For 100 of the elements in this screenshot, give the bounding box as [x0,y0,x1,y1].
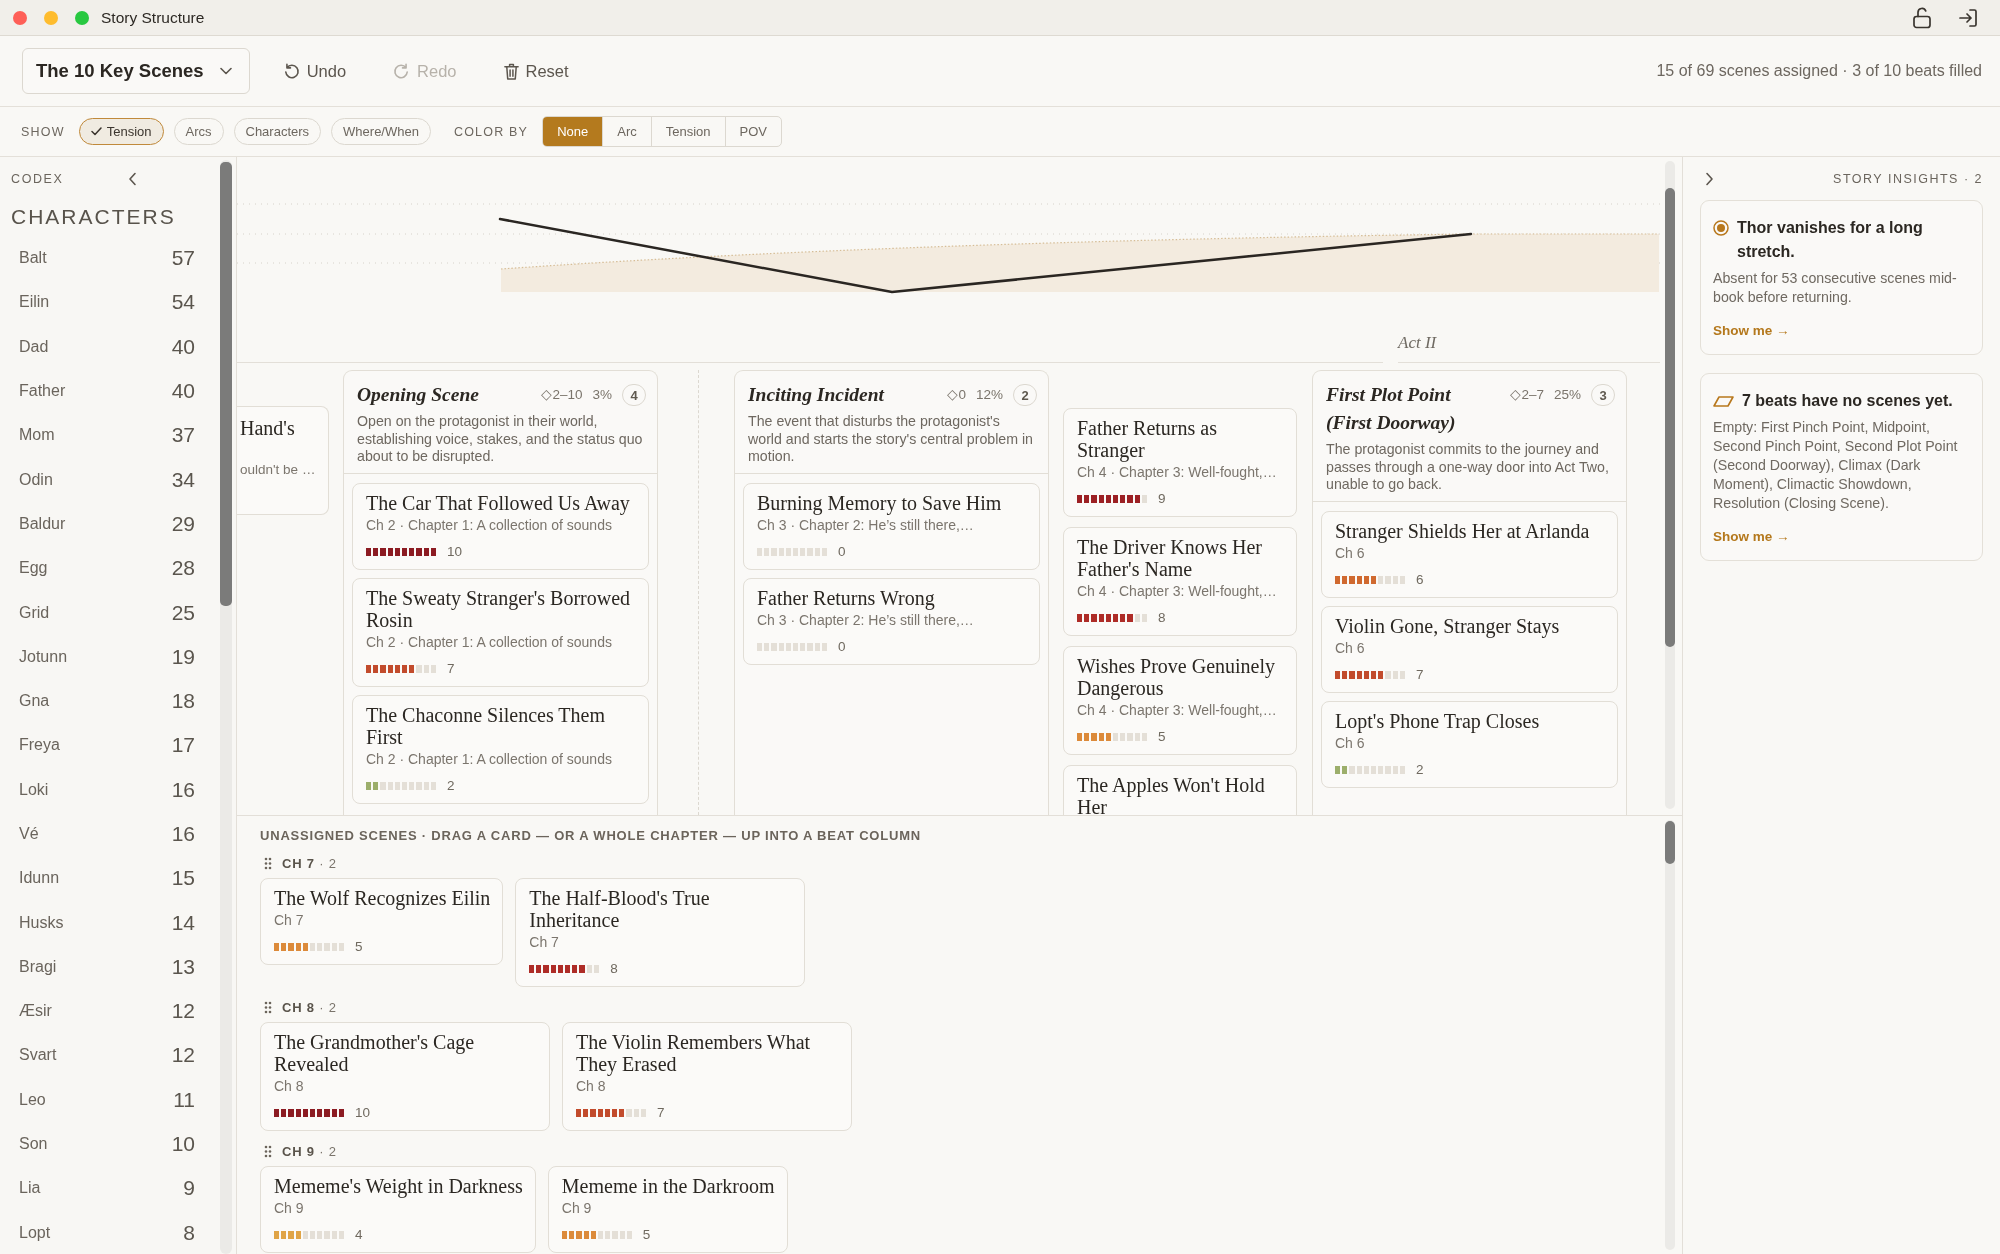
scene-card[interactable]: The Wolf Recognizes Eilin Ch 7 5 [260,878,504,965]
chevron-down-icon [219,67,232,75]
beat-description: Open on the protagonist in their world, establishing voice, stakes, and the status quo about to be disrupted. [357,413,644,466]
segment-button[interactable]: Tension [650,117,725,146]
scene-title: The Car That Followed Us Away [366,491,631,514]
scene-card[interactable]: Lopt's Phone Trap Closes Ch 6 2 [1321,700,1618,788]
beat-title: Inciting Incident [748,383,886,407]
character-count: 12 [171,1043,195,1068]
scene-subtitle: Ch 2 · Chapter 1: A collection of sounds [366,633,613,651]
scene-card[interactable]: The Violin Remembers What They Erased Ch 8 7 [562,1022,852,1131]
scene-card[interactable]: The Sweaty Stranger's Borrowed Rosin Ch 2 · Chapter 1: A collection of sounds 7 [352,577,649,687]
close-button[interactable] [13,10,27,25]
filter-chip[interactable]: Tension [78,118,164,145]
drag-handle-icon[interactable] [264,856,272,870]
tension-value: 8 [1158,610,1166,626]
scene-card[interactable]: Stranger Shields Her at Arlanda Ch 6 6 [1321,510,1618,598]
tension-value: 7 [1416,666,1424,683]
scene-subtitle: Ch 8 [274,1078,305,1095]
character-count: 18 [171,689,195,714]
chevron-right-icon[interactable] [1705,171,1714,186]
scene-card[interactable]: Father Returns Wrong Ch 3 · Chapter 2: He’s still there,… 0 [743,577,1040,665]
scene-subtitle: ouldn't be … [240,461,317,478]
show-me-link[interactable]: Show me → [1713,528,1790,545]
chapter-label: CH 8 · 2 [282,999,337,1015]
structure-dropdown[interactable]: The 10 Key Scenes [22,48,250,94]
insight-body: Absent for 53 consecutive scenes mid-book before returning. [1713,269,1958,307]
character-name: Father [19,382,66,401]
beat-range: ◇2–10 [541,386,583,404]
scene-card[interactable]: The Apples Won't Hold Her [1063,765,1297,815]
tension-value: 2 [1416,761,1424,778]
scene-title: The Grandmother's Cage Revealed [274,1031,476,1075]
tension-value: 10 [355,1105,371,1121]
scene-card[interactable]: Burning Memory to Save Him Ch 3 · Chapter 2: He’s still there,… 0 [743,482,1040,570]
reset-button[interactable]: Reset [494,55,577,87]
insight-body: Empty: First Pinch Point, Midpoint, Second Pinch Point, Second Plot Point (Second Doorway), Climax (Dark Moment), Climactic Showdown, Resolution (Closing Scene). [1713,418,1959,513]
drag-handle-icon[interactable] [264,1144,272,1158]
color-by-label: COLOR BY [453,124,529,139]
character-name: Æsir [19,1002,52,1021]
section-heading: UNASSIGNED SCENES · DRAG A CARD — OR A WHOLE CHAPTER — UP INTO A BEAT COLUMN [260,828,922,844]
character-count: 8 [183,1220,195,1245]
scene-subtitle: Ch 3 · Chapter 2: He’s still there,… [757,611,975,629]
character-name: Grid [19,603,50,622]
panel-title: STORY INSIGHTS · 2 [1833,171,1983,186]
beat-description: The protagonist commits to the journey and passes through a one-way door into Act Two, unable to go back. [1326,441,1610,494]
drag-handle-icon[interactable] [264,1000,272,1014]
character-count: 54 [171,290,195,315]
character-count: 11 [173,1087,195,1112]
padlock-icon[interactable] [1912,6,1932,29]
undo-button[interactable]: Undo [273,55,355,87]
beat-range: ◇0 [947,386,966,404]
tension-value: 9 [1158,491,1166,507]
scene-card[interactable]: Father Returns as Stranger Ch 4 · Chapter 3: Well-fought,… 9 [1063,408,1297,517]
beat-title: Opening Scene [357,383,480,407]
scene-title: Stranger Shields Her at Arlanda [1335,519,1591,542]
scene-card[interactable]: Mememe's Weight in Darkness Ch 9 4 [260,1166,536,1253]
chapter-label: CH 7 · 2 [282,855,337,871]
scene-card[interactable]: Violin Gone, Stranger Stays Ch 6 7 [1321,605,1618,693]
chapter-label: CH 9 · 2 [282,1143,337,1159]
character-name: Bragi [19,957,57,976]
segment-button[interactable]: Arc [602,117,651,146]
checkmark-icon [90,127,102,136]
character-count: 10 [171,1132,195,1157]
scene-subtitle: Ch 4 · Chapter 3: Well-fought,… [1077,583,1278,600]
tension-value: 7 [447,660,455,677]
character-count: 25 [171,600,195,625]
scrollbar[interactable] [220,160,232,1254]
scene-title: Violin Gone, Stranger Stays [1335,614,1561,637]
scene-subtitle: Ch 2 · Chapter 1: A collection of sounds [366,750,613,768]
character-name: Balt [19,249,47,268]
character-name: Idunn [19,869,60,888]
scene-subtitle: Ch 4 · Chapter 3: Well-fought,… [1077,464,1278,481]
scene-card[interactable]: The Chaconne Silences Them First Ch 2 · Chapter 1: A collection of sounds 2 [352,694,649,804]
scene-card[interactable]: Wishes Prove Genuinely Dangerous Ch 4 · Chapter 3: Well-fought,… 5 [1063,646,1297,755]
beat-share: 25% [1553,386,1581,404]
character-name: Loki [19,780,49,799]
character-name: Lia [19,1179,41,1198]
scrollbar[interactable] [1665,820,1675,1250]
segment-button[interactable]: None [543,117,603,146]
scrollbar[interactable] [1665,161,1675,809]
scene-card[interactable]: Hand's ouldn't be … [237,406,329,515]
scene-card[interactable]: The Car That Followed Us Away Ch 2 · Chapter 1: A collection of sounds 10 [352,482,649,570]
scene-card[interactable]: The Half-Blood's True Inheritance Ch 7 8 [515,878,806,987]
scene-card[interactable]: The Driver Knows Her Father's Name Ch 4 · Chapter 3: Well-fought,… 8 [1063,527,1297,636]
status-text: 15 of 69 scenes assigned · 3 of 10 beats filled [1656,62,1982,80]
character-count: 28 [171,556,195,581]
scene-title: Father Returns Wrong [757,586,936,609]
character-count: 34 [171,467,195,492]
scene-title: The Driver Knows Her Father's Name [1077,536,1263,580]
show-me-link[interactable]: Show me → [1713,322,1790,339]
character-name: Eilin [19,293,50,312]
scene-card[interactable]: The Grandmother's Cage Revealed Ch 8 10 [260,1022,550,1131]
character-count: 16 [171,777,195,802]
scene-title: Father Returns as Stranger [1077,417,1218,461]
character-name: Odin [19,470,53,489]
chevron-left-icon[interactable] [128,172,137,186]
scene-card[interactable]: Mememe in the Darkroom Ch 9 5 [547,1166,788,1253]
scene-title: The Sweaty Stranger's Borrowed Rosin [366,586,632,631]
character-name: Leo [19,1090,46,1109]
login-icon[interactable] [1958,7,1978,28]
segment-button[interactable]: POV [724,117,781,146]
